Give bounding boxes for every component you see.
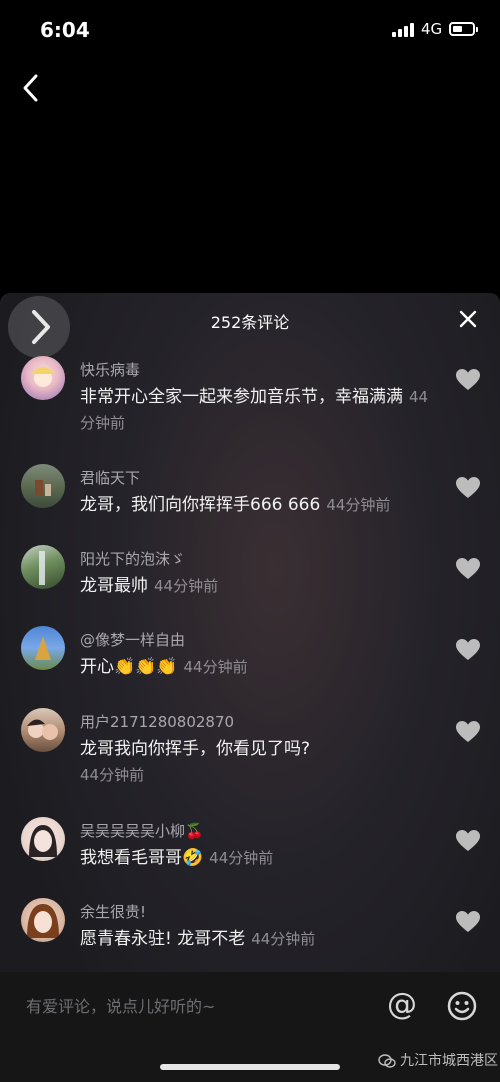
comment-input[interactable]: [24, 990, 348, 1022]
like-button[interactable]: [455, 368, 481, 392]
wechat-icon: [378, 1054, 396, 1068]
comment-text: 开心👏👏👏 44分钟前: [80, 654, 440, 680]
comment-time: 44分钟前: [154, 577, 219, 595]
comment-text: 龙哥，我们向你挥挥手666 666 44分钟前: [80, 492, 440, 518]
comment-body: 龙哥最帅: [80, 576, 148, 596]
comment-username[interactable]: 君临天下: [80, 467, 140, 488]
comment-body: 开心👏👏👏: [80, 657, 178, 677]
comment-body: 龙哥我向你挥手，你看见了吗?: [80, 739, 311, 759]
battery-icon: [449, 22, 478, 36]
avatar[interactable]: [21, 708, 65, 752]
avatar[interactable]: [21, 626, 65, 670]
heart-icon: [456, 477, 480, 498]
watermark-text: 九江市城西港区: [400, 1053, 498, 1069]
home-indicator[interactable]: [160, 1064, 340, 1070]
comment-body: 愿青春永驻! 龙哥不老: [80, 929, 246, 949]
comment-body: 非常开心全家一起来参加音乐节，幸福满满: [80, 387, 403, 407]
comment-text: 我想看毛哥哥🤣 44分钟前: [80, 845, 440, 871]
status-time: 6:04: [40, 18, 90, 42]
back-button[interactable]: [14, 70, 48, 106]
comment-text: 龙哥最帅 44分钟前: [80, 573, 440, 599]
comment-username[interactable]: 吴吴吴吴吴小柳🍒: [80, 820, 204, 841]
like-button[interactable]: [455, 910, 481, 934]
comment-username[interactable]: 快乐病毒: [80, 359, 140, 380]
comment-username[interactable]: 阳光下的泡沫ゞ: [80, 548, 185, 569]
like-button[interactable]: [455, 829, 481, 853]
heart-icon: [456, 830, 480, 851]
comments-count-title: 252条评论: [210, 313, 290, 332]
status-bar: 6:04 4G: [0, 0, 500, 60]
heart-icon: [456, 639, 480, 660]
chevron-left-icon: [23, 74, 38, 102]
like-button[interactable]: [455, 720, 481, 744]
comment-time: 44分钟前: [209, 849, 274, 867]
avatar[interactable]: [21, 817, 65, 861]
comment-username[interactable]: 余生很贵!: [80, 901, 146, 922]
signal-icon: [392, 23, 416, 37]
avatar[interactable]: [21, 464, 65, 508]
avatar[interactable]: [21, 898, 65, 942]
heart-icon: [456, 369, 480, 390]
heart-icon: [456, 911, 480, 932]
smiley-icon: [447, 991, 477, 1021]
comment-body: 龙哥，我们向你挥挥手666 666: [80, 495, 321, 515]
network-label: 4G: [421, 20, 443, 38]
heart-icon: [456, 558, 480, 579]
comment-time: 44分钟前: [251, 930, 316, 948]
comment-text: 龙哥我向你挥手，你看见了吗? 44分钟前: [80, 736, 420, 788]
watermark: 九江市城西港区: [378, 1050, 498, 1070]
comment-text: 愿青春永驻! 龙哥不老 44分钟前: [80, 926, 440, 952]
comment-body: 我想看毛哥哥🤣: [80, 848, 204, 868]
like-button[interactable]: [455, 638, 481, 662]
like-button[interactable]: [455, 557, 481, 581]
comment-time: 44分钟前: [326, 496, 391, 514]
close-icon: [459, 310, 477, 328]
heart-icon: [456, 721, 480, 742]
comment-time: 44分钟前: [80, 766, 145, 784]
comment-text: 非常开心全家一起来参加音乐节，幸福满满 44分钟前: [80, 384, 440, 436]
avatar[interactable]: [21, 356, 65, 400]
mention-button[interactable]: @: [387, 988, 417, 1022]
close-button[interactable]: [458, 309, 478, 329]
comment-time: 44分钟前: [183, 658, 248, 676]
comment-username[interactable]: 用户2171280802870: [80, 711, 234, 732]
like-button[interactable]: [455, 476, 481, 500]
avatar[interactable]: [21, 545, 65, 589]
emoji-button[interactable]: [446, 990, 478, 1022]
comment-username[interactable]: @像梦一样自由: [80, 629, 185, 650]
